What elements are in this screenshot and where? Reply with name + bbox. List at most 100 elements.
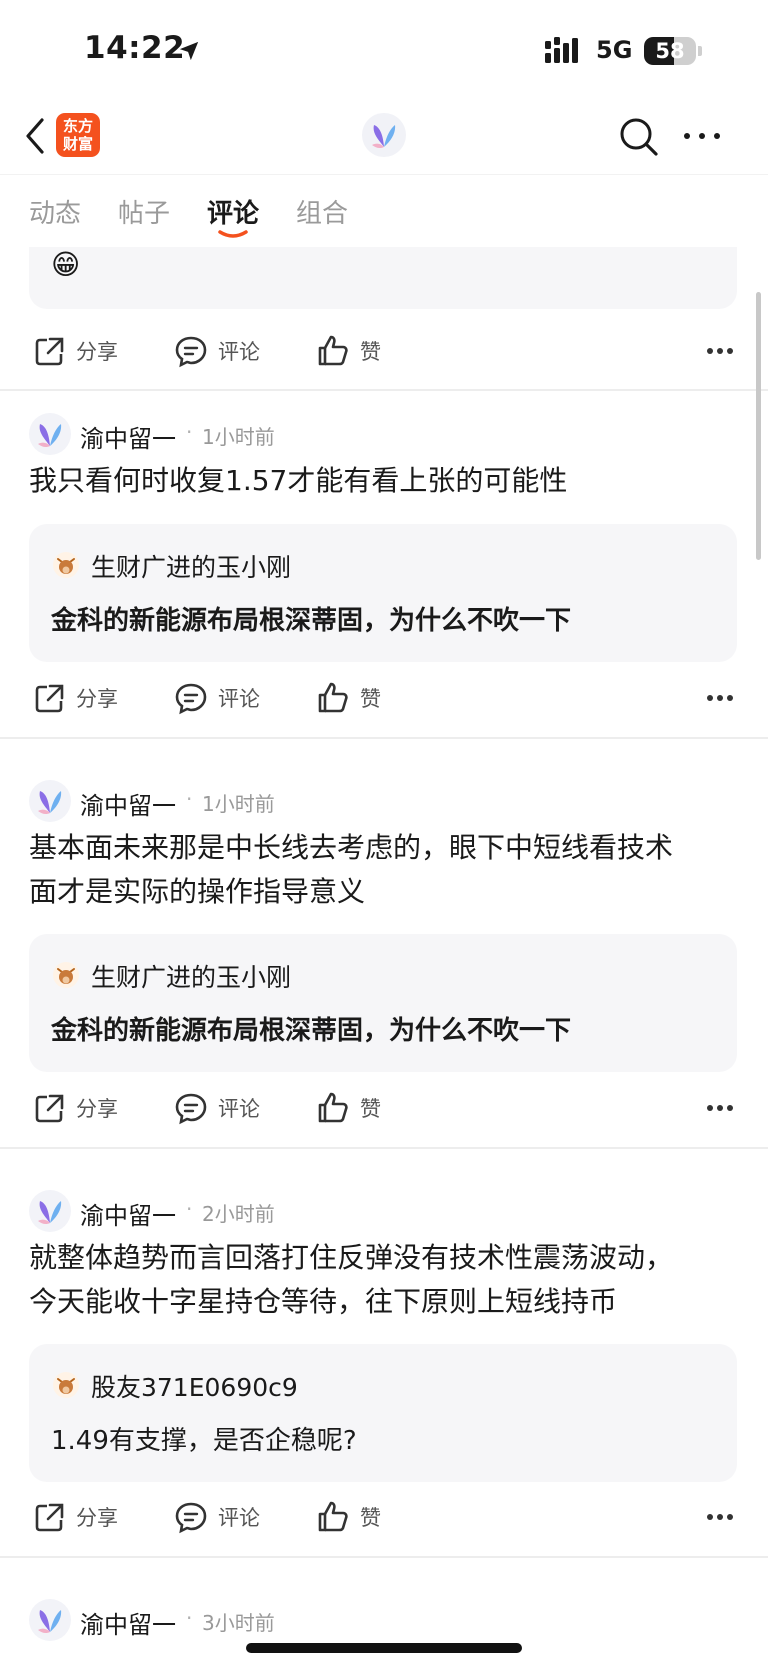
quoted-author[interactable]: 股友371E0690c9 [91,1368,298,1404]
share-icon [35,1503,64,1532]
like-label: 赞 [360,340,381,364]
quoted-author[interactable]: 生财广进的玉小刚 [91,548,291,584]
app-logo-line2: 财富 [62,135,93,153]
signal-icon [545,37,578,63]
more-options-icon[interactable] [706,1104,734,1112]
separator-dot: · [186,420,193,444]
tab-dynamics[interactable]: 动态 [29,193,81,230]
like-button[interactable]: 赞 [316,1500,381,1534]
comment-text: 我只看何时收复1.57才能有看上张的可能性 [29,459,741,503]
quoted-post[interactable]: 生财广进的玉小刚 金科的新能源布局根深蒂固，为什么不吹一下 [29,934,737,1072]
divider [0,737,768,739]
share-icon [35,337,64,366]
tab-comments[interactable]: 评论 [207,193,259,230]
author-name[interactable]: 渝中留一 [80,1196,176,1231]
battery-icon: 58 [644,37,696,65]
user-avatar[interactable] [29,1599,71,1641]
search-icon[interactable] [616,114,660,158]
share-button[interactable]: 分享 [32,1091,118,1125]
comment-text: 就整体趋势而言回落打住反弹没有技术性震荡波动， 今天能收十字星持仓等待，往下原则… [29,1236,741,1324]
post-time: 1小时前 [202,792,275,816]
battery-level: 58 [655,39,685,63]
network-label: 5G [596,36,633,64]
butterfly-icon [38,1610,62,1634]
comment-label: 评论 [218,1506,260,1530]
action-bar: 分享 评论 赞 [0,1492,768,1542]
author-name[interactable]: 渝中留一 [80,419,176,454]
comment-button[interactable]: 评论 [174,681,260,715]
share-icon [35,1094,64,1123]
like-button[interactable]: 赞 [316,681,381,715]
action-bar: 分享 评论 赞 [0,326,768,376]
comment-text: 基本面未来那是中长线去考虑的，眼下中短线看技术 面才是实际的操作指导意义 [29,826,741,914]
butterfly-icon [372,125,396,149]
comment-button[interactable]: 评论 [174,1500,260,1534]
share-label: 分享 [76,340,118,364]
quoted-post[interactable]: 生财广进的玉小刚 金科的新能源布局根深蒂固，为什么不吹一下 [29,524,737,662]
share-label: 分享 [76,1097,118,1121]
like-button[interactable]: 赞 [316,334,381,368]
comment-label: 评论 [218,1097,260,1121]
share-button[interactable]: 分享 [32,681,118,715]
app-logo[interactable]: 东方 财富 [56,113,100,157]
share-button[interactable]: 分享 [32,334,118,368]
like-label: 赞 [360,687,381,711]
quoted-text: 金科的新能源布局根深蒂固，为什么不吹一下 [51,1016,572,1046]
comment-line: 我只看何时收复1.57才能有看上张的可能性 [29,464,568,497]
comment-button[interactable]: 评论 [174,334,260,368]
more-options-icon[interactable] [706,694,734,702]
ox-avatar-icon [53,1372,79,1398]
tab-posts[interactable]: 帖子 [118,193,170,230]
quoted-author[interactable]: 生财广进的玉小刚 [91,958,291,994]
divider [0,1556,768,1558]
app-logo-line1: 东方 [62,117,93,135]
action-bar: 分享 评论 赞 [0,1083,768,1133]
author-name[interactable]: 渝中留一 [80,1605,176,1640]
user-avatar[interactable] [29,413,71,455]
comment-line: 基本面未来那是中长线去考虑的，眼下中短线看技术 [29,831,674,864]
quoted-text: 1.49有支撑，是否企稳呢? [51,1426,357,1456]
share-icon [35,684,64,713]
divider [0,389,768,391]
comment-line: 今天能收十字星持仓等待，往下原则上短线持币 [29,1285,618,1318]
user-avatar[interactable] [29,780,71,822]
comment-button[interactable]: 评论 [174,1091,260,1125]
thumbs-up-icon [318,1092,348,1123]
comment-icon [175,683,207,715]
comment-line: 就整体趋势而言回落打住反弹没有技术性震荡波动， [29,1241,674,1274]
author-name[interactable]: 渝中留一 [80,786,176,821]
more-options-icon[interactable] [706,1513,734,1521]
status-time: 14:22 [84,30,186,66]
share-label: 分享 [76,1506,118,1530]
quote-box-partial: 😁 [29,247,737,309]
thumbs-up-icon [318,335,348,366]
tab-portfolio[interactable]: 组合 [296,193,348,230]
butterfly-icon [38,424,62,448]
more-icon[interactable] [682,130,722,142]
user-avatar[interactable] [29,1190,71,1232]
separator-dot: · [186,1197,193,1221]
share-button[interactable]: 分享 [32,1500,118,1534]
post-time: 3小时前 [202,1611,275,1635]
location-arrow-icon [179,41,199,61]
profile-avatar[interactable] [362,113,406,157]
separator-dot: · [186,787,193,811]
more-options-icon[interactable] [706,347,734,355]
post-time: 1小时前 [202,425,275,449]
tab-bar: 动态 帖子 评论 组合 [0,175,768,247]
comment-label: 评论 [218,687,260,711]
comment-label: 评论 [218,340,260,364]
comment-line: 面才是实际的操作指导意义 [29,875,366,908]
ox-avatar-icon [53,962,79,988]
divider [0,1147,768,1149]
quoted-post[interactable]: 股友371E0690c9 1.49有支撑，是否企稳呢? [29,1344,737,1482]
status-bar: 14:22 5G 58 [0,0,768,100]
home-indicator[interactable] [246,1643,522,1653]
back-icon[interactable] [20,114,52,158]
thumbs-up-icon [318,682,348,713]
scrollbar[interactable] [756,292,761,560]
like-button[interactable]: 赞 [316,1091,381,1125]
like-label: 赞 [360,1097,381,1121]
action-bar: 分享 评论 赞 [0,673,768,723]
separator-dot: · [186,1606,193,1630]
